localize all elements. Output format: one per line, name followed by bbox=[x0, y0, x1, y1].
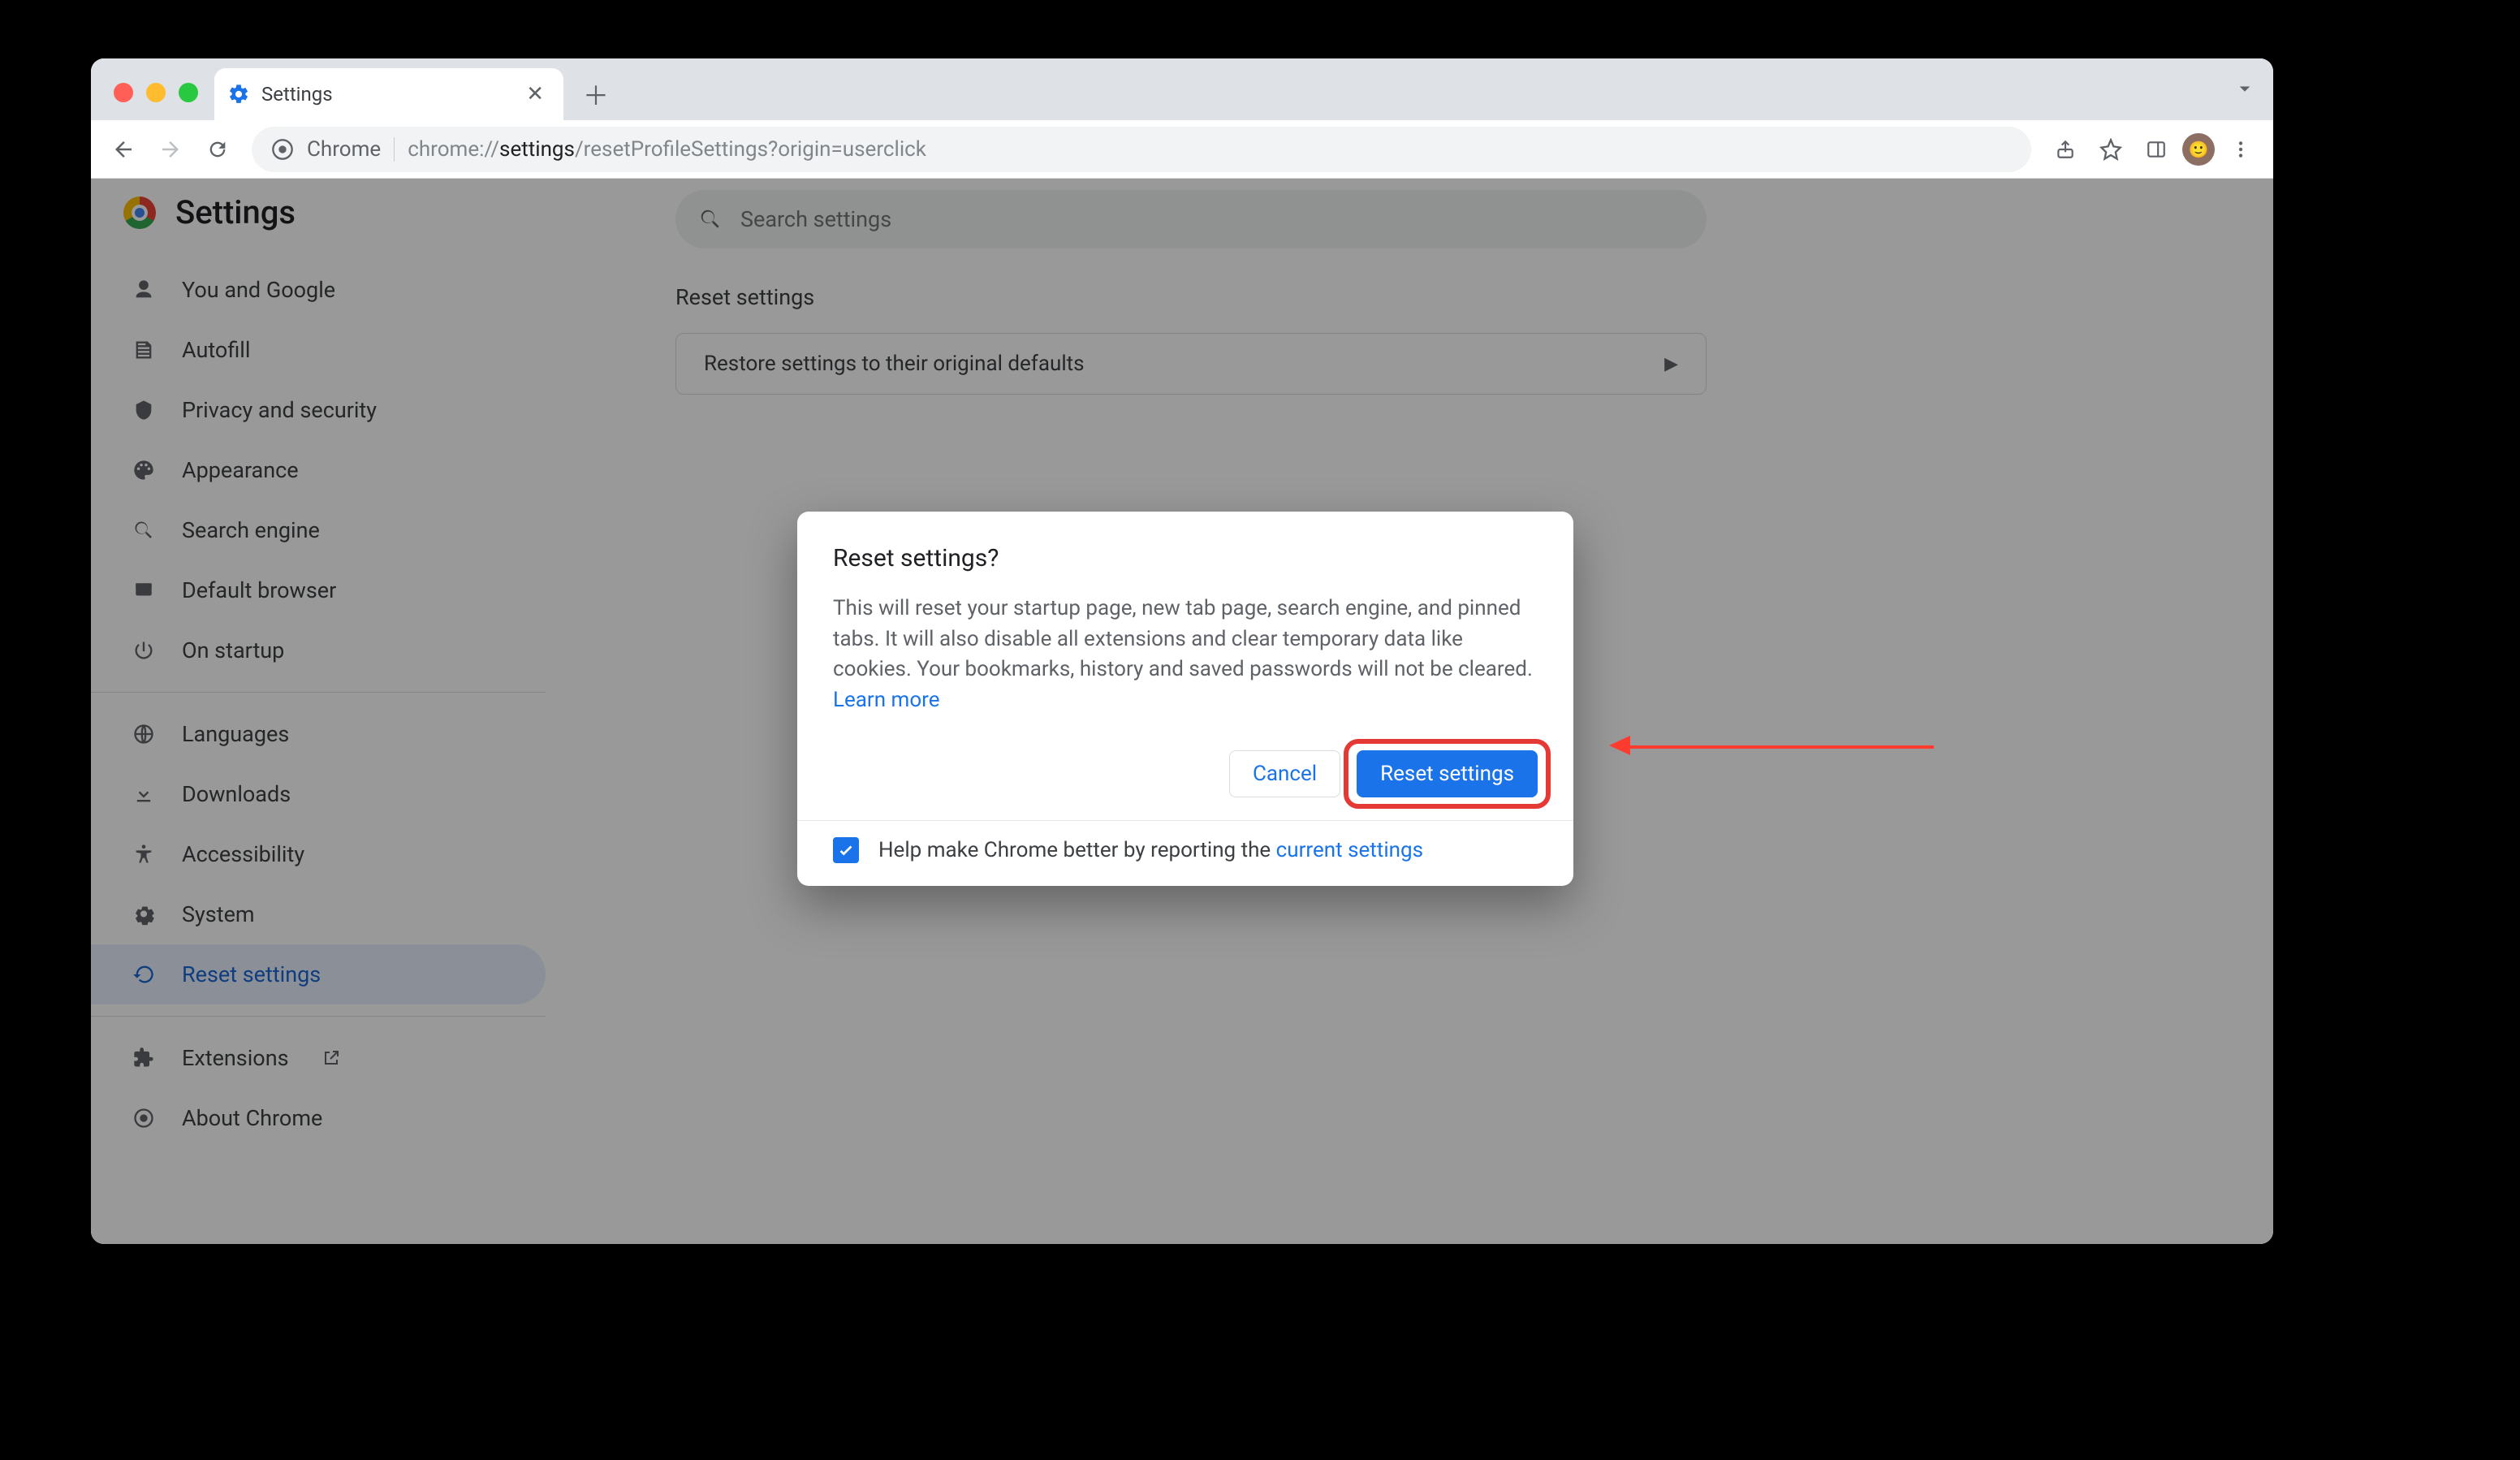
reload-button[interactable] bbox=[198, 130, 237, 169]
omnibox-prefix: Chrome bbox=[307, 137, 395, 162]
profile-avatar-button[interactable]: 🙂 bbox=[2182, 133, 2215, 166]
share-button[interactable] bbox=[2046, 130, 2085, 169]
omnibox[interactable]: Chrome chrome://settings/resetProfileSet… bbox=[252, 127, 2031, 172]
tab-strip: Settings ✕ ＋ bbox=[91, 58, 2273, 120]
url-path: /resetProfileSettings?origin=userclick bbox=[575, 137, 926, 162]
dialog-footer-text: Help make Chrome better by reporting the… bbox=[878, 838, 1423, 862]
toolbar-actions: 🙂 bbox=[2046, 130, 2260, 169]
footer-text-span: Help make Chrome better by reporting the bbox=[878, 838, 1276, 862]
forward-button[interactable] bbox=[151, 130, 190, 169]
toolbar: Chrome chrome://settings/resetProfileSet… bbox=[91, 120, 2273, 179]
reset-settings-button[interactable]: Reset settings bbox=[1357, 750, 1538, 797]
new-tab-button[interactable]: ＋ bbox=[573, 71, 619, 117]
settings-favicon-icon bbox=[227, 83, 250, 106]
bookmark-button[interactable] bbox=[2091, 130, 2130, 169]
dialog-body-text: This will reset your startup page, new t… bbox=[833, 594, 1538, 716]
zoom-window-button[interactable] bbox=[179, 83, 198, 102]
window-controls bbox=[101, 83, 214, 120]
tabs-dropdown-button[interactable] bbox=[2233, 76, 2257, 101]
browser-window: Settings ✕ ＋ Chrome chrome://settings/re… bbox=[91, 58, 2273, 1244]
omnibox-url: chrome://settings/resetProfileSettings?o… bbox=[408, 137, 926, 162]
dialog-footer: Help make Chrome better by reporting the… bbox=[797, 821, 1573, 886]
url-scheme: chrome:// bbox=[408, 137, 499, 162]
page-content: Settings You and GoogleAutofillPrivacy a… bbox=[91, 179, 2273, 1244]
dialog-actions: Cancel Reset settings bbox=[833, 750, 1538, 797]
back-button[interactable] bbox=[104, 130, 143, 169]
dialog-body-span: This will reset your startup page, new t… bbox=[833, 596, 1533, 681]
reset-settings-dialog: Reset settings? This will reset your sta… bbox=[797, 512, 1573, 886]
dialog-title: Reset settings? bbox=[833, 544, 1538, 572]
site-info-icon[interactable] bbox=[271, 138, 294, 161]
chrome-menu-button[interactable] bbox=[2221, 130, 2260, 169]
side-panel-button[interactable] bbox=[2137, 130, 2176, 169]
report-settings-checkbox[interactable] bbox=[833, 837, 859, 863]
annotation-arrow bbox=[1609, 741, 1934, 749]
close-tab-button[interactable]: ✕ bbox=[520, 79, 550, 110]
close-window-button[interactable] bbox=[114, 83, 133, 102]
browser-tab[interactable]: Settings ✕ bbox=[214, 68, 563, 120]
learn-more-link[interactable]: Learn more bbox=[833, 688, 940, 712]
cancel-button[interactable]: Cancel bbox=[1229, 750, 1340, 797]
minimize-window-button[interactable] bbox=[146, 83, 166, 102]
current-settings-link[interactable]: current settings bbox=[1276, 838, 1423, 862]
tab-title: Settings bbox=[261, 83, 508, 106]
url-host: settings bbox=[499, 137, 575, 162]
